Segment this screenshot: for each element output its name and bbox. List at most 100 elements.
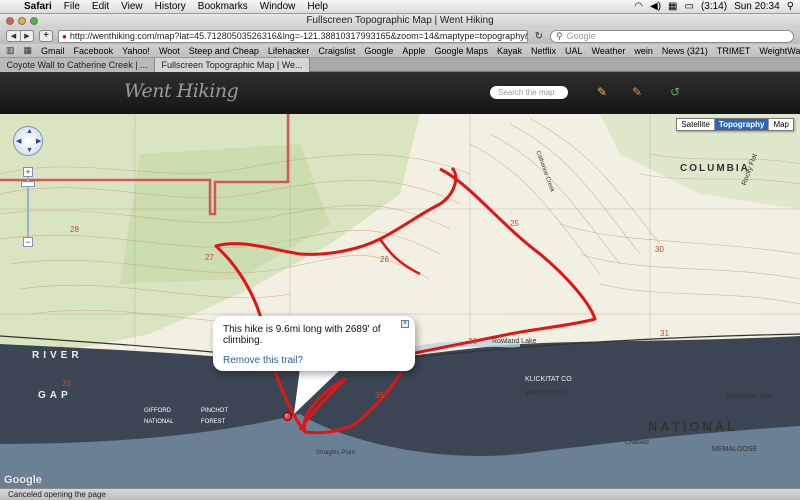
trailhead-marker-icon[interactable] bbox=[283, 412, 292, 421]
pan-down-icon[interactable]: ▼ bbox=[26, 147, 33, 154]
label-klickitat: KLICKITAT CO bbox=[525, 376, 572, 383]
svg-text:28: 28 bbox=[70, 225, 79, 234]
bookmark-gmail[interactable]: Gmail bbox=[41, 46, 65, 56]
search-field[interactable]: ⚲ Google bbox=[550, 29, 794, 43]
label-chatfield: Chatfield bbox=[625, 440, 649, 446]
back-icon[interactable]: ◀ bbox=[7, 31, 20, 41]
wifi-icon[interactable]: ◠ bbox=[634, 1, 643, 12]
bookmark-facebook[interactable]: Facebook bbox=[74, 46, 114, 56]
bookmark-weightwatchers[interactable]: WeightWatchers bbox=[759, 46, 800, 56]
undo-icon[interactable]: ↺ bbox=[670, 85, 680, 99]
bookmark-yahoo[interactable]: Yahoo! bbox=[122, 46, 150, 56]
menu-extras: ◠ ◀) ▦ ▭ (3:14) Sun 20:34 ⚲ bbox=[634, 1, 800, 12]
close-window-icon[interactable] bbox=[6, 17, 14, 25]
label-national: NATIONAL bbox=[648, 419, 739, 434]
bookmark-craigslist[interactable]: Craigslist bbox=[318, 46, 355, 56]
pan-right-icon[interactable]: ▶ bbox=[36, 137, 41, 145]
window-title: Fullscreen Topographic Map | Went Hiking bbox=[306, 15, 494, 26]
bookmark-google[interactable]: Google bbox=[364, 46, 393, 56]
svg-text:25: 25 bbox=[510, 219, 519, 228]
bookmark-kayak[interactable]: Kayak bbox=[497, 46, 522, 56]
label-pinchot: PINCHOT bbox=[201, 408, 228, 414]
bookmark-apple[interactable]: Apple bbox=[402, 46, 425, 56]
browser-toolbar: ◀ ▶ + ● http://wenthiking.com/map?lat=45… bbox=[0, 28, 800, 44]
bookmark-ual[interactable]: UAL bbox=[565, 46, 583, 56]
add-bookmark-button[interactable]: + bbox=[39, 30, 53, 42]
search-icon: ⚲ bbox=[556, 30, 563, 41]
label-columbia: COLUMBIA bbox=[680, 163, 750, 174]
info-window-tail bbox=[294, 368, 342, 414]
window-controls bbox=[6, 17, 38, 25]
label-memaloose-lake: Memaloose Lake bbox=[727, 394, 773, 400]
bookmark-woot[interactable]: Woot bbox=[159, 46, 180, 56]
top-sites-icon[interactable]: ▦ bbox=[24, 45, 33, 56]
nav-buttons: ◀ ▶ bbox=[6, 30, 34, 42]
map-type-control: Satellite Topography Map bbox=[676, 118, 794, 131]
menu-edit[interactable]: Edit bbox=[86, 1, 115, 12]
minimize-window-icon[interactable] bbox=[18, 17, 26, 25]
edit-trail-icon[interactable]: ✎ bbox=[632, 85, 642, 99]
menu-bar: Safari File Edit View History Bookmarks … bbox=[0, 0, 800, 14]
bookmark-netflix[interactable]: Netflix bbox=[531, 46, 556, 56]
zoom-window-icon[interactable] bbox=[30, 17, 38, 25]
bookmark-lifehacker[interactable]: Lifehacker bbox=[268, 46, 310, 56]
search-placeholder: Google bbox=[566, 31, 596, 41]
pan-left-icon[interactable]: ◀ bbox=[16, 137, 21, 145]
label-straights-point: Straights Point bbox=[316, 450, 356, 456]
zoom-in-button[interactable]: + bbox=[23, 167, 33, 177]
svg-text:35: 35 bbox=[375, 391, 384, 400]
svg-text:36: 36 bbox=[468, 337, 477, 346]
close-icon[interactable]: × bbox=[401, 320, 409, 328]
pan-control[interactable]: ▲ ▼ ◀ ▶ bbox=[13, 126, 43, 156]
battery-icon[interactable]: ▭ bbox=[684, 1, 693, 12]
zoom-slider-handle[interactable] bbox=[21, 181, 35, 187]
google-logo[interactable]: Google bbox=[4, 474, 42, 486]
bookmark-trimet[interactable]: TRIMET bbox=[717, 46, 751, 56]
zoom-out-button[interactable]: − bbox=[23, 237, 33, 247]
label-memaloose: MEMALOOSE bbox=[712, 446, 758, 453]
bookmark-news[interactable]: News (321) bbox=[662, 46, 708, 56]
map-type-map[interactable]: Map bbox=[769, 119, 793, 130]
clock[interactable]: Sun 20:34 bbox=[734, 1, 780, 12]
status-bar: Canceled opening the page bbox=[0, 488, 800, 500]
menu-bookmarks[interactable]: Bookmarks bbox=[192, 1, 254, 12]
menu-view[interactable]: View bbox=[115, 1, 149, 12]
reading-list-icon[interactable]: ▥ bbox=[6, 45, 15, 56]
svg-text:26: 26 bbox=[380, 255, 389, 264]
address-bar[interactable]: ● http://wenthiking.com/map?lat=45.71280… bbox=[58, 29, 528, 43]
label-gifford: GIFFORD bbox=[144, 408, 171, 414]
label-wasco: WASCO CO bbox=[525, 390, 564, 397]
svg-text:30: 30 bbox=[655, 245, 664, 254]
map-type-topography[interactable]: Topography bbox=[714, 119, 770, 130]
battery-time: (3:14) bbox=[700, 1, 728, 12]
menu-help[interactable]: Help bbox=[301, 1, 334, 12]
menu-history[interactable]: History bbox=[149, 1, 192, 12]
forward-icon[interactable]: ▶ bbox=[20, 31, 33, 41]
trail-summary: This hike is 9.6mi long with 2689' of cl… bbox=[223, 324, 381, 346]
bookmark-google-maps[interactable]: Google Maps bbox=[434, 46, 488, 56]
tab-topographic-map[interactable]: Fullscreen Topographic Map | We... bbox=[155, 58, 310, 72]
map-type-satellite[interactable]: Satellite bbox=[677, 119, 715, 130]
spotlight-icon[interactable]: ⚲ bbox=[787, 1, 794, 12]
tab-coyote-wall[interactable]: Coyote Wall to Catherine Creek | ... bbox=[0, 58, 155, 72]
pencil-icon[interactable]: ✎ bbox=[597, 85, 607, 99]
bookmark-steep-and-cheap[interactable]: Steep and Cheap bbox=[189, 46, 259, 56]
pan-up-icon[interactable]: ▲ bbox=[26, 128, 33, 135]
menu-file[interactable]: File bbox=[58, 1, 86, 12]
site-header: Went Hiking Search the map ✎ ✎ ↺ bbox=[0, 72, 800, 114]
topographic-map[interactable]: 28 27 26 25 30 31 33 35 36 COLUMBIA NATIONAL R… bbox=[0, 114, 800, 488]
bookmark-wein[interactable]: wein bbox=[634, 46, 653, 56]
menu-app[interactable]: Safari bbox=[18, 1, 58, 12]
site-logo[interactable]: Went Hiking bbox=[124, 80, 239, 102]
reload-icon[interactable]: ↻ bbox=[533, 31, 545, 42]
label-national-forest: NATIONAL bbox=[144, 419, 174, 425]
menu-window[interactable]: Window bbox=[254, 1, 302, 12]
map-search-input[interactable]: Search the map bbox=[490, 86, 568, 99]
bookmark-weather[interactable]: Weather bbox=[592, 46, 626, 56]
remove-trail-link[interactable]: Remove this trail? bbox=[223, 355, 405, 366]
tab-bar: Coyote Wall to Catherine Creek | ... Ful… bbox=[0, 58, 800, 72]
svg-text:31: 31 bbox=[660, 329, 669, 338]
label-rowland-lake: Rowland Lake bbox=[492, 338, 537, 345]
volume-icon[interactable]: ◀) bbox=[650, 1, 661, 12]
flag-icon[interactable]: ▦ bbox=[668, 1, 677, 12]
